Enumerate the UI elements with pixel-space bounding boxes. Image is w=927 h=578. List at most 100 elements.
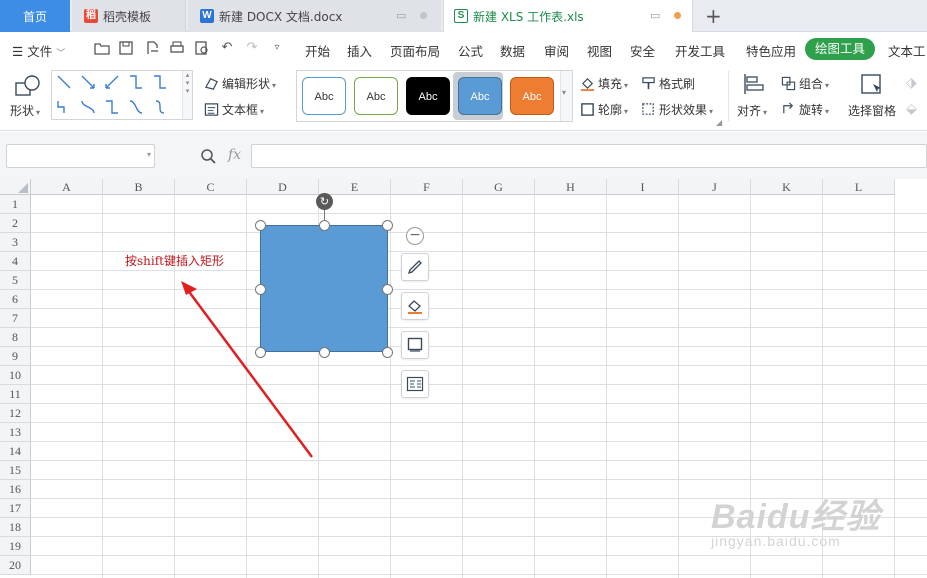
- style-gallery-scroll[interactable]: ▾: [560, 71, 572, 121]
- send-backward-icon[interactable]: ⬙: [906, 101, 917, 117]
- shapes-button[interactable]: 形状 ▾: [10, 71, 46, 123]
- undo-icon[interactable]: ↶: [219, 40, 235, 56]
- menu-item-special-apps[interactable]: 特色应用: [746, 41, 796, 60]
- shape-style-button[interactable]: [401, 253, 429, 281]
- text-wrap-button[interactable]: [401, 370, 429, 398]
- format-painter-label: 格式刷: [659, 77, 696, 91]
- selection-pane-label: 选择窗格: [848, 104, 897, 118]
- format-painter-button[interactable]: 格式刷: [641, 75, 695, 92]
- menu-item-developer[interactable]: 开发工具: [675, 41, 725, 60]
- shapes-icon: [15, 75, 40, 96]
- selection-pane-button[interactable]: 选择窗格: [846, 71, 902, 125]
- monitor-icon[interactable]: ▭: [650, 9, 660, 22]
- caret-down-icon: ▾: [825, 107, 830, 116]
- tab-docx[interactable]: W 新建 DOCX 文档.docx ▭: [188, 0, 441, 32]
- hamburger-icon: ☰: [12, 44, 24, 59]
- align-button[interactable]: 对齐 ▾: [737, 71, 773, 125]
- resize-handle-left[interactable]: [255, 284, 266, 295]
- style-sample-2[interactable]: Abc: [354, 77, 398, 115]
- dialog-launcher-icon[interactable]: ◢: [716, 118, 722, 127]
- shape-effects-icon: [642, 103, 654, 115]
- redo-icon[interactable]: ↷: [244, 40, 260, 56]
- menu-item-drawing-tools[interactable]: 绘图工具: [805, 38, 875, 60]
- resize-handle-bottom-right[interactable]: [382, 347, 393, 358]
- menu-item-insert[interactable]: 插入: [347, 41, 372, 60]
- caret-down-icon: ▾: [36, 108, 41, 117]
- menu-item-text-tools[interactable]: 文本工: [888, 41, 926, 60]
- rotate-label: 旋转: [799, 103, 824, 117]
- paintbrush-icon: [407, 260, 422, 275]
- resize-handle-top-right[interactable]: [382, 220, 393, 231]
- fill-button[interactable]: 填充 ▾: [580, 75, 628, 92]
- group-icon: [781, 76, 796, 91]
- collapse-minus-icon[interactable]: −: [406, 227, 424, 245]
- outline-label: 轮廓: [598, 103, 623, 117]
- menu-item-review[interactable]: 审阅: [544, 41, 569, 60]
- watermark-brand: Baidu经验: [711, 498, 881, 536]
- style-sample-1[interactable]: Abc: [302, 77, 346, 115]
- group-button[interactable]: 组合 ▾: [781, 75, 829, 92]
- paint-bucket-icon: [408, 300, 422, 314]
- tab-xls[interactable]: S 新建 XLS 工作表.xls ▭: [443, 0, 693, 32]
- caret-down-icon: ▾: [624, 81, 629, 90]
- caret-down-icon: ▾: [825, 81, 830, 90]
- save-icon[interactable]: [118, 40, 134, 56]
- customize-toolbar-icon[interactable]: ▿: [269, 40, 285, 56]
- outline-icon: [581, 103, 594, 116]
- rotate-button[interactable]: 旋转 ▾: [781, 101, 829, 118]
- shape-outline-button[interactable]: [401, 331, 429, 359]
- chevron-down-icon: ▾: [146, 150, 151, 159]
- resize-handle-bottom-left[interactable]: [255, 347, 266, 358]
- edit-shape-label: 编辑形状: [222, 77, 271, 91]
- textbox-icon: [204, 103, 219, 116]
- group-label: 组合: [799, 77, 824, 91]
- tab-home[interactable]: 首页: [0, 0, 70, 32]
- new-tab-button[interactable]: +: [705, 4, 722, 28]
- name-box[interactable]: ▾: [6, 144, 155, 168]
- zoom-icon[interactable]: [200, 148, 217, 165]
- style-sample-3[interactable]: Abc: [406, 77, 450, 115]
- resize-handle-top[interactable]: [319, 220, 330, 231]
- resize-handle-bottom[interactable]: [319, 347, 330, 358]
- title-bar: 首页 稻 稻壳模板 W 新建 DOCX 文档.docx ▭ S 新建 XLS 工…: [0, 0, 927, 32]
- shape-effects-button[interactable]: 形状效果 ▾: [641, 101, 713, 118]
- shapes-label: 形状: [10, 104, 35, 118]
- tab-templates[interactable]: 稻 稻壳模板: [72, 0, 186, 32]
- style-sample-4[interactable]: Abc: [458, 77, 502, 115]
- rectangle-shape[interactable]: [260, 225, 388, 352]
- spreadsheet-grid[interactable]: ABCDEFGHIJKL 1 2 3 4 5 6 7 8 9 10 11 12 13 14 15 16 17 18…: [0, 179, 927, 578]
- monitor-icon[interactable]: ▭: [396, 9, 406, 22]
- print-icon[interactable]: [169, 40, 185, 56]
- resize-handle-right[interactable]: [382, 284, 393, 295]
- bring-forward-icon[interactable]: ⬗: [906, 75, 917, 91]
- style-sample-5[interactable]: Abc: [510, 77, 554, 115]
- file-menu-label: 文件: [27, 44, 53, 59]
- chevron-down-icon: ﹀: [56, 49, 66, 59]
- align-label: 对齐: [737, 104, 762, 118]
- open-folder-icon[interactable]: [94, 40, 110, 56]
- fx-icon[interactable]: fx: [228, 147, 241, 163]
- menu-item-start[interactable]: 开始: [305, 41, 330, 60]
- outline-button[interactable]: 轮廓 ▾: [580, 101, 628, 118]
- gallery-scroll[interactable]: ▴ ▾ ▾: [182, 71, 192, 119]
- menu-item-formula[interactable]: 公式: [458, 41, 483, 60]
- menu-item-view[interactable]: 视图: [587, 41, 612, 60]
- textbox-button[interactable]: 文本框 ▾: [204, 101, 264, 118]
- shape-gallery[interactable]: ▴ ▾ ▾: [51, 70, 193, 120]
- spreadsheet-icon: S: [454, 9, 468, 23]
- print-preview-icon[interactable]: [194, 40, 210, 56]
- menu-item-data[interactable]: 数据: [500, 41, 525, 60]
- resize-handle-top-left[interactable]: [255, 220, 266, 231]
- unsaved-dot: [674, 12, 681, 19]
- shape-fill-button[interactable]: [401, 292, 429, 320]
- export-pdf-icon[interactable]: [144, 40, 160, 56]
- style-gallery[interactable]: Abc Abc Abc Abc Abc ▾: [296, 70, 573, 122]
- menu-item-page-layout[interactable]: 页面布局: [390, 41, 440, 60]
- rotate-icon: [783, 102, 794, 114]
- edit-shape-button[interactable]: 编辑形状 ▾: [204, 75, 276, 92]
- file-menu[interactable]: ☰ 文件 ﹀: [12, 41, 65, 60]
- more-styles-icon: ▾: [562, 88, 567, 97]
- formula-input[interactable]: [251, 144, 927, 168]
- rotate-handle-icon[interactable]: ↻: [316, 193, 333, 210]
- menu-item-security[interactable]: 安全: [630, 41, 655, 60]
